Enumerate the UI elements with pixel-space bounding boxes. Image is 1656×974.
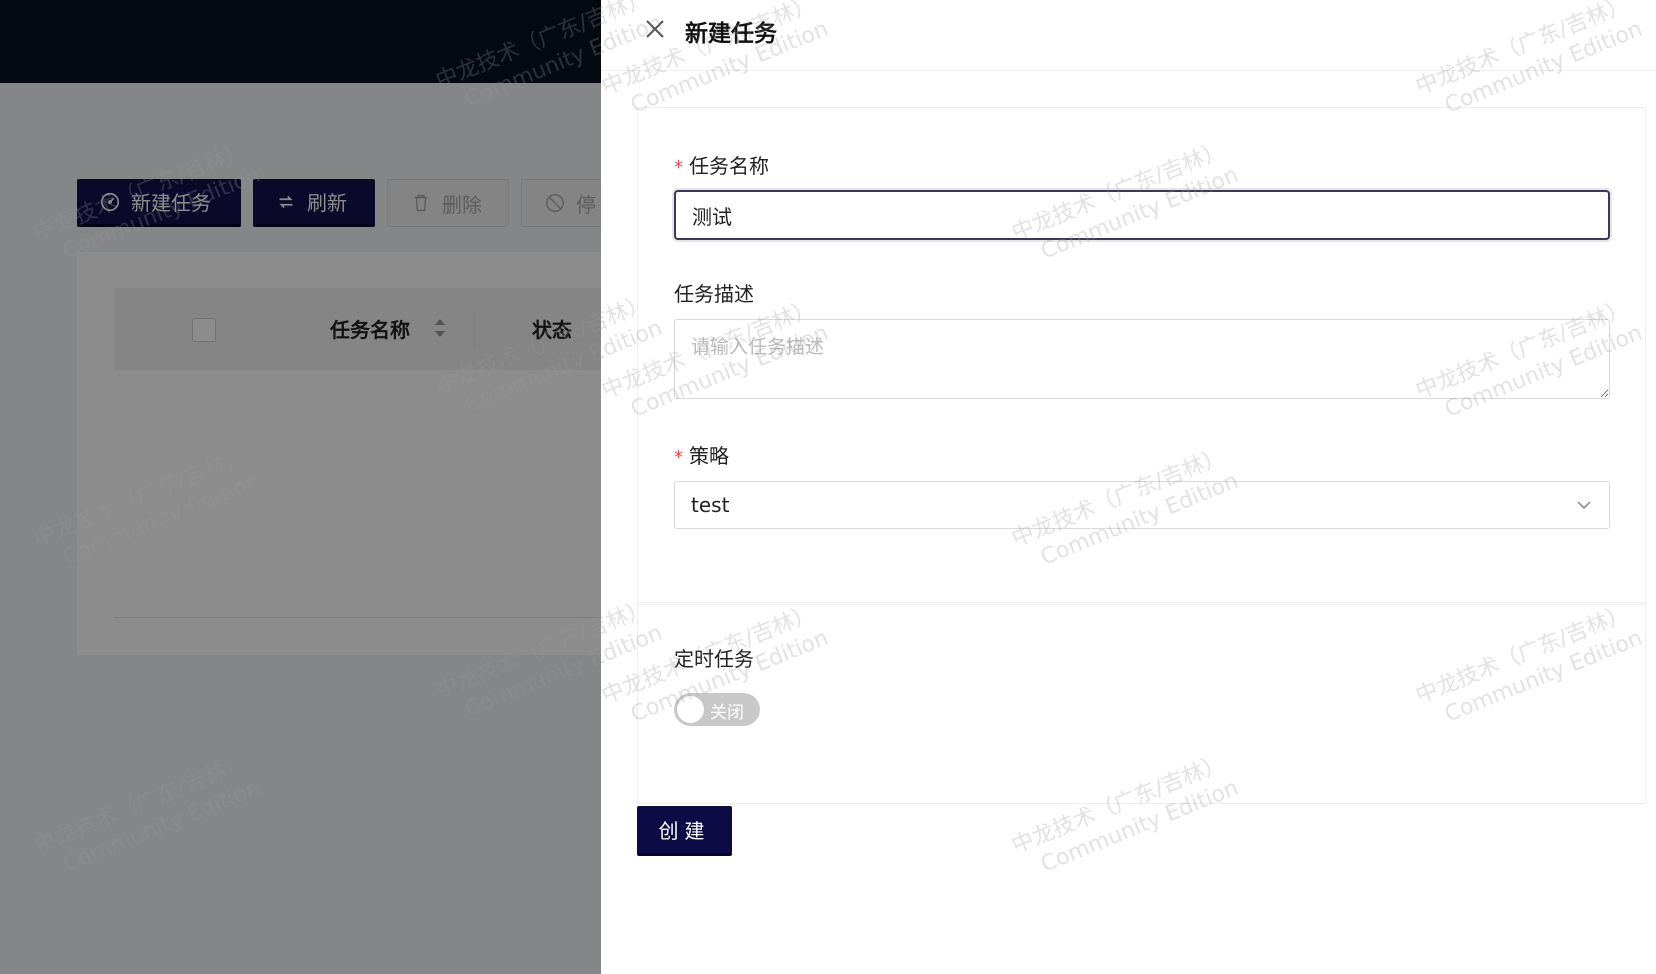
drawer-title: 新建任务 <box>685 21 777 47</box>
toggle-knob <box>677 696 704 723</box>
strategy-label-text: 策略 <box>689 444 729 468</box>
chevron-down-icon <box>1577 501 1591 510</box>
schedule-card: 定时任务 关闭 <box>637 604 1646 804</box>
task-name-input[interactable] <box>674 190 1610 240</box>
required-asterisk: * <box>674 447 683 468</box>
task-name-label-text: 任务名称 <box>689 154 769 178</box>
task-form-card: * 任务名称 任务描述 * 策略 test <box>637 107 1646 603</box>
close-icon[interactable] <box>643 17 667 41</box>
task-name-label: * 任务名称 <box>674 150 769 179</box>
strategy-selected-value: test <box>691 493 730 517</box>
task-desc-label: 任务描述 <box>674 282 754 306</box>
schedule-toggle[interactable]: 关闭 <box>674 693 760 726</box>
required-asterisk: * <box>674 157 683 178</box>
drawer-header: 新建任务 <box>601 0 1656 71</box>
strategy-label: * 策略 <box>674 440 729 469</box>
strategy-select[interactable]: test <box>674 481 1610 529</box>
create-submit-button[interactable]: 创建 <box>637 806 732 856</box>
schedule-label: 定时任务 <box>674 647 754 671</box>
create-task-drawer: 新建任务 * 任务名称 任务描述 * 策略 test 定时任务 关闭 创建 <box>601 0 1656 974</box>
toggle-state-text: 关闭 <box>710 703 744 723</box>
task-desc-textarea[interactable] <box>674 319 1610 399</box>
